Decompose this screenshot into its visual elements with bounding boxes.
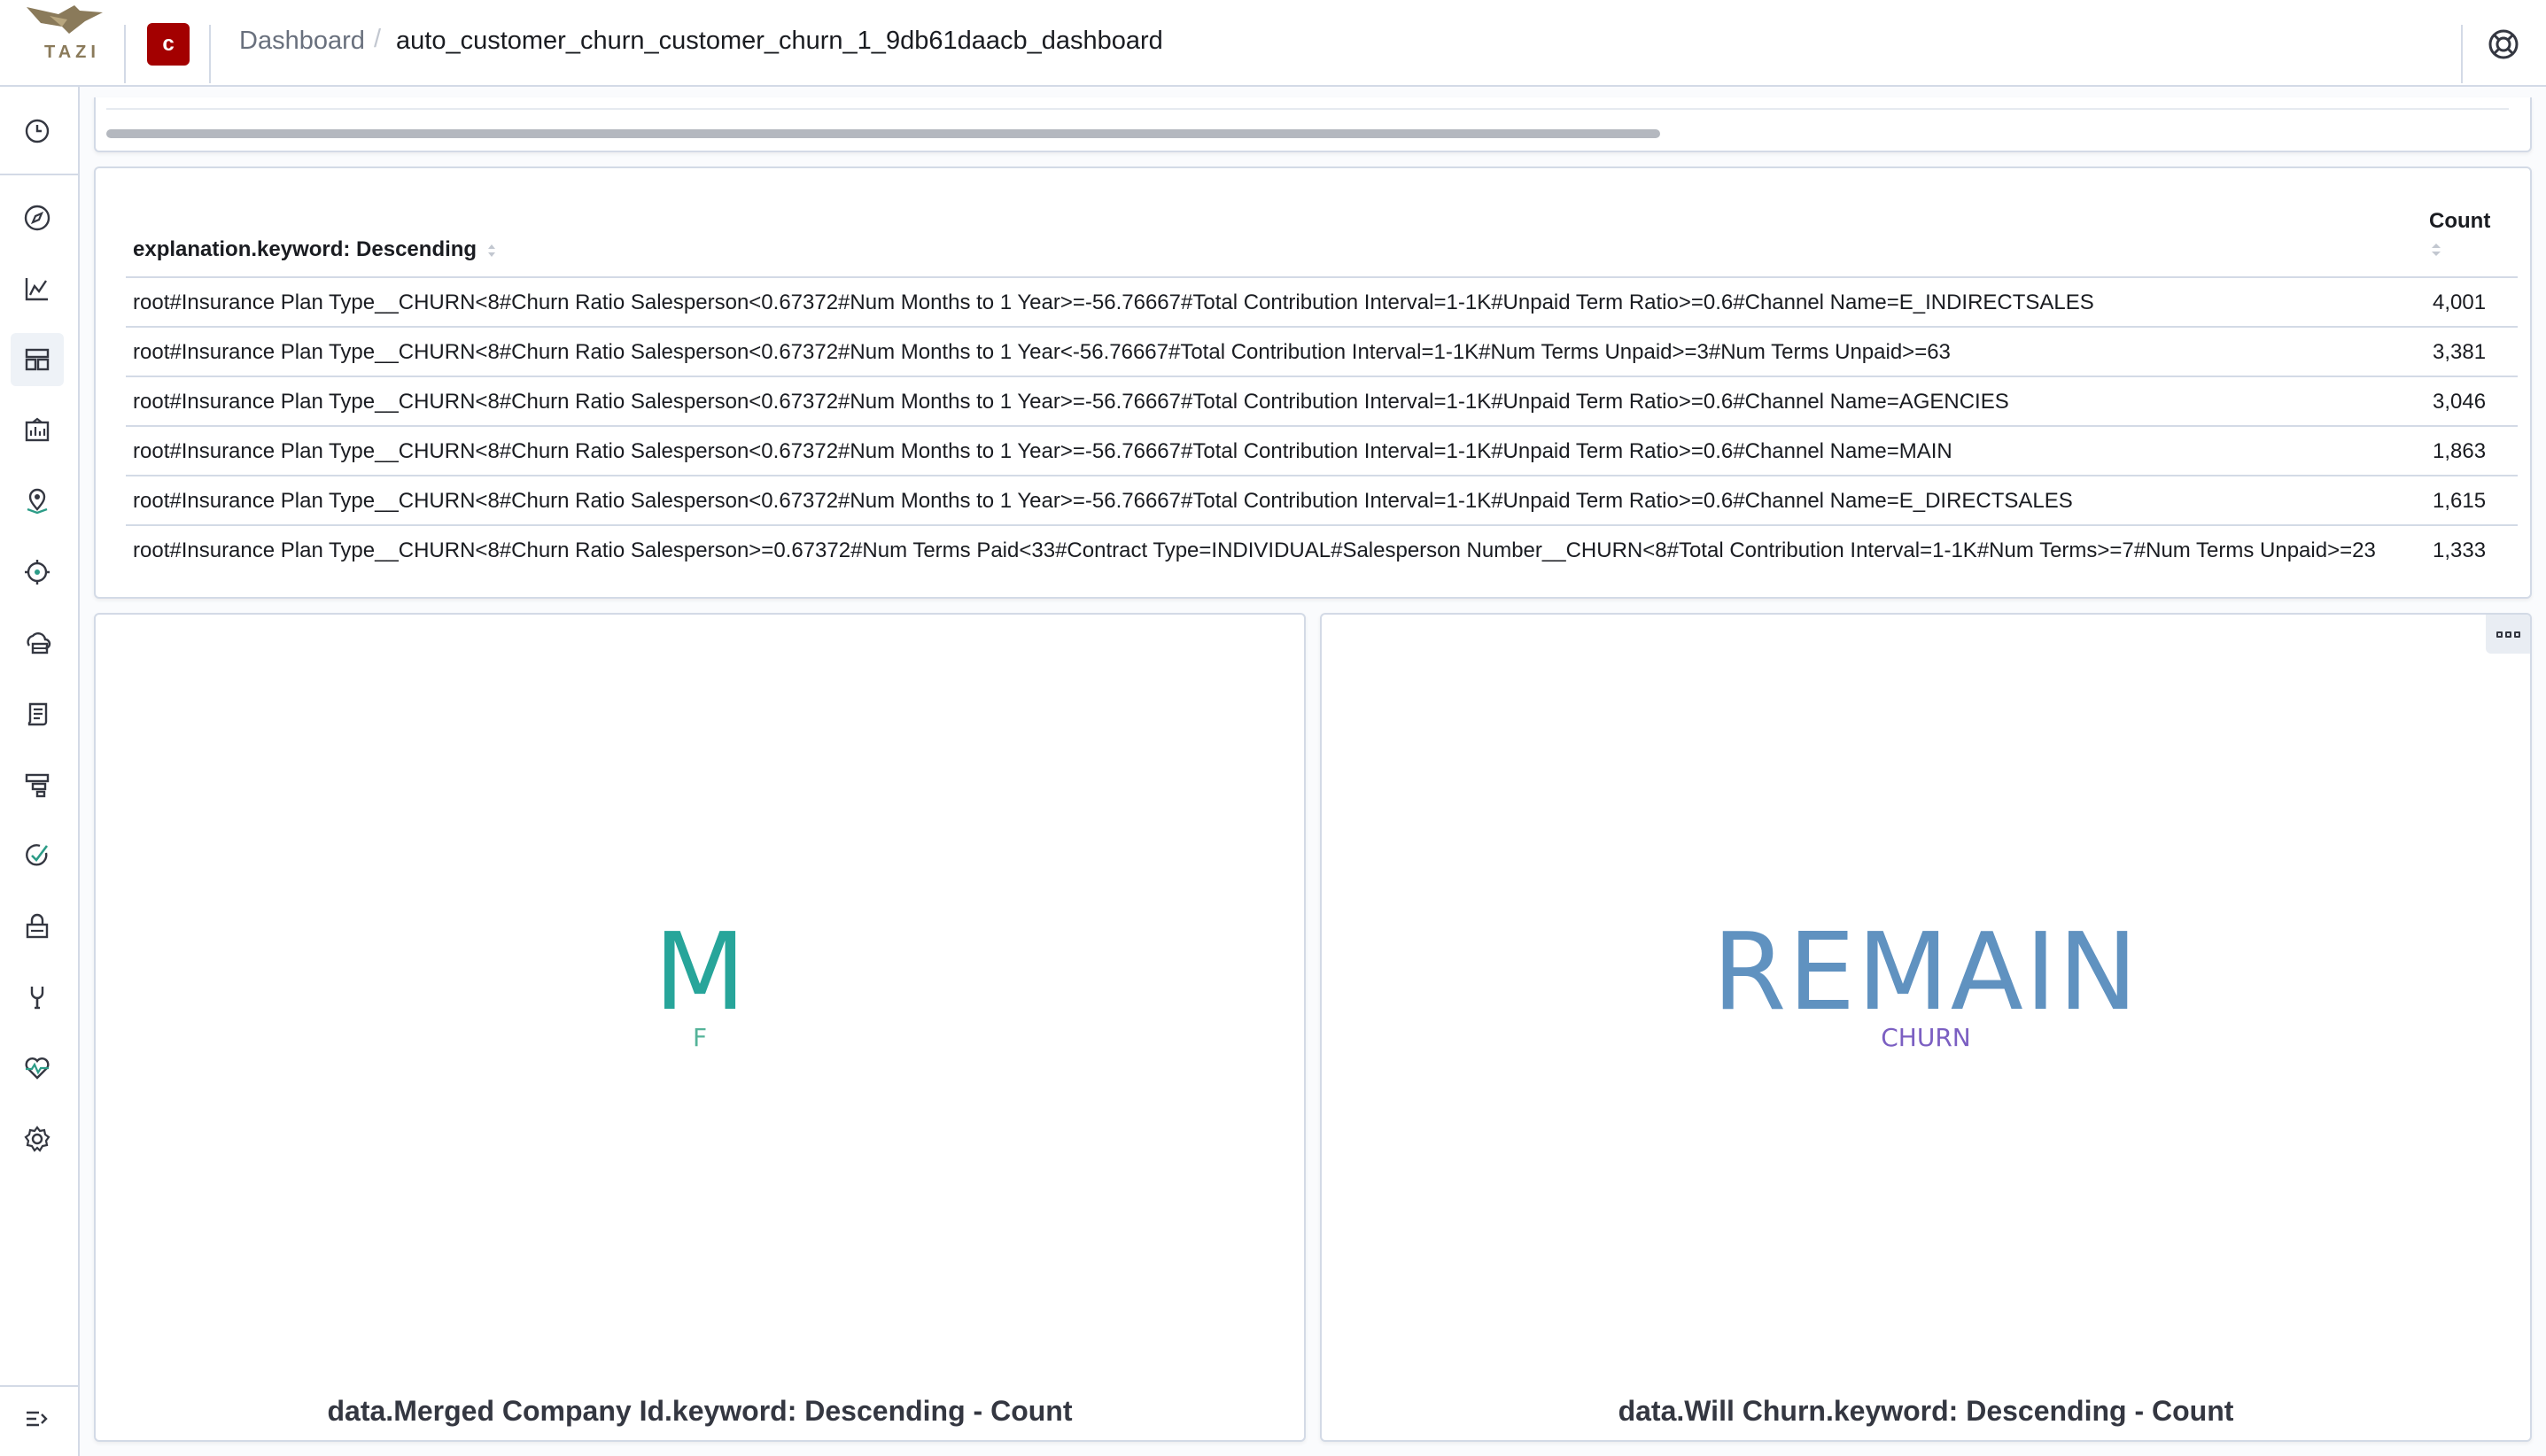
visualize-icon (25, 278, 48, 301)
column-header-count[interactable]: Count (2429, 209, 2490, 234)
help-lifebuoy-icon (2488, 29, 2519, 59)
table-row: root#Insurance Plan Type__CHURN<8#Churn … (126, 376, 2518, 425)
tag-word[interactable]: CHURN (1322, 1024, 2530, 1052)
collapse-nav-icon (27, 1411, 48, 1427)
cell-explanation: root#Insurance Plan Type__CHURN<8#Churn … (133, 340, 1951, 364)
tag-word[interactable]: M (96, 916, 1304, 1031)
nav-divider (0, 174, 78, 175)
nav-infrastructure[interactable] (11, 616, 64, 670)
cell-explanation: root#Insurance Plan Type__CHURN<8#Churn … (133, 290, 2094, 314)
cell-count: 1,863 (2433, 439, 2487, 463)
header-divider (124, 25, 126, 83)
cell-explanation: root#Insurance Plan Type__CHURN<8#Churn … (133, 489, 2073, 513)
logs-icon (27, 702, 48, 726)
compass-icon (24, 205, 50, 231)
cell-explanation: root#Insurance Plan Type__CHURN<8#Churn … (133, 538, 2376, 562)
nav-maps[interactable] (11, 475, 64, 528)
nav-discover[interactable] (11, 191, 64, 244)
column-header-explanation[interactable]: explanation.keyword: Descending (133, 237, 497, 262)
table-row: root#Insurance Plan Type__CHURN<8#Churn … (126, 524, 2518, 597)
bird-logo-icon (27, 5, 103, 34)
tag-word[interactable]: F (96, 1024, 1304, 1052)
dev-tools-icon (30, 987, 44, 1010)
cell-count: 1,333 (2433, 538, 2487, 562)
monitoring-icon (25, 1057, 50, 1080)
dashboard-icon (25, 348, 50, 371)
tag-cloud-churn-panel: REMAIN CHURN data.Will Churn.keyword: De… (1320, 613, 2532, 1442)
nav-apm[interactable] (11, 758, 64, 811)
nav-dev-tools[interactable] (11, 971, 64, 1024)
nav-settings[interactable] (11, 1112, 64, 1166)
options-dot-icon (2504, 631, 2511, 638)
cell-explanation: root#Insurance Plan Type__CHURN<8#Churn … (133, 439, 1952, 463)
nav-dashboard[interactable] (11, 333, 64, 386)
cell-count: 4,001 (2433, 290, 2487, 314)
horizontal-scrollbar[interactable] (106, 129, 1660, 138)
nav-monitoring[interactable] (11, 1042, 64, 1095)
cell-count: 1,615 (2433, 489, 2487, 513)
panel-options-button[interactable] (2486, 615, 2530, 654)
explanation-table-panel: explanation.keyword: Descending Count ro… (94, 167, 2532, 599)
nav-canvas[interactable] (11, 404, 64, 457)
cell-explanation: root#Insurance Plan Type__CHURN<8#Churn … (133, 390, 2009, 414)
table-row: root#Insurance Plan Type__CHURN<8#Churn … (126, 475, 2518, 524)
logo-text: TAZI (44, 43, 100, 62)
apm-icon (25, 773, 50, 798)
maps-icon (27, 488, 48, 515)
nav-logs[interactable] (11, 687, 64, 740)
column-header-explanation-label: explanation.keyword: Descending (133, 237, 477, 261)
cell-count: 3,046 (2433, 390, 2487, 414)
uptime-icon (26, 844, 49, 866)
infrastructure-icon (27, 632, 51, 654)
options-dot-icon (2496, 631, 2503, 638)
breadcrumb-current: auto_customer_churn_customer_churn_1_9db… (396, 27, 1163, 55)
breadcrumb-dashboard[interactable]: Dashboard (239, 27, 365, 56)
panel-caption: data.Will Churn.keyword: Descending - Co… (1618, 1395, 2234, 1427)
help-button[interactable] (2484, 25, 2523, 64)
space-avatar[interactable]: c (147, 23, 190, 66)
table-row: root#Insurance Plan Type__CHURN<8#Churn … (126, 326, 2518, 376)
nav-machine-learning[interactable] (11, 546, 64, 599)
table-row: root#Insurance Plan Type__CHURN<8#Churn … (126, 276, 2518, 326)
tag-word[interactable]: REMAIN (1322, 916, 2530, 1031)
nav-collapse-button[interactable] (11, 1392, 64, 1445)
header-divider (209, 25, 211, 83)
options-dot-icon (2513, 631, 2520, 638)
sort-icon[interactable] (2429, 241, 2443, 259)
settings-icon (24, 1126, 50, 1152)
top-header: TAZI c Dashboard / auto_customer_churn_c… (0, 0, 2546, 87)
nav-visualize[interactable] (11, 262, 64, 315)
panel-caption: data.Merged Company Id.keyword: Descendi… (327, 1395, 1073, 1427)
side-navigation (0, 87, 80, 1456)
nav-divider (0, 1385, 78, 1387)
clock-icon (25, 119, 50, 143)
header-divider (2461, 25, 2463, 83)
panel-partial (94, 97, 2532, 152)
table-bottom-border (106, 108, 2509, 110)
tag-cloud-company-panel: M F data.Merged Company Id.keyword: Desc… (94, 613, 1306, 1442)
breadcrumb-separator: / (374, 25, 382, 53)
ml-icon (25, 560, 50, 585)
sort-icon (487, 244, 495, 257)
canvas-icon (25, 417, 50, 442)
siem-icon (26, 913, 49, 939)
cell-count: 3,381 (2433, 340, 2487, 364)
nav-recently-viewed[interactable] (11, 105, 64, 158)
table-row: root#Insurance Plan Type__CHURN<8#Churn … (126, 425, 2518, 475)
nav-uptime[interactable] (11, 829, 64, 882)
nav-siem[interactable] (11, 900, 64, 953)
tazi-logo[interactable]: TAZI (16, 2, 105, 81)
